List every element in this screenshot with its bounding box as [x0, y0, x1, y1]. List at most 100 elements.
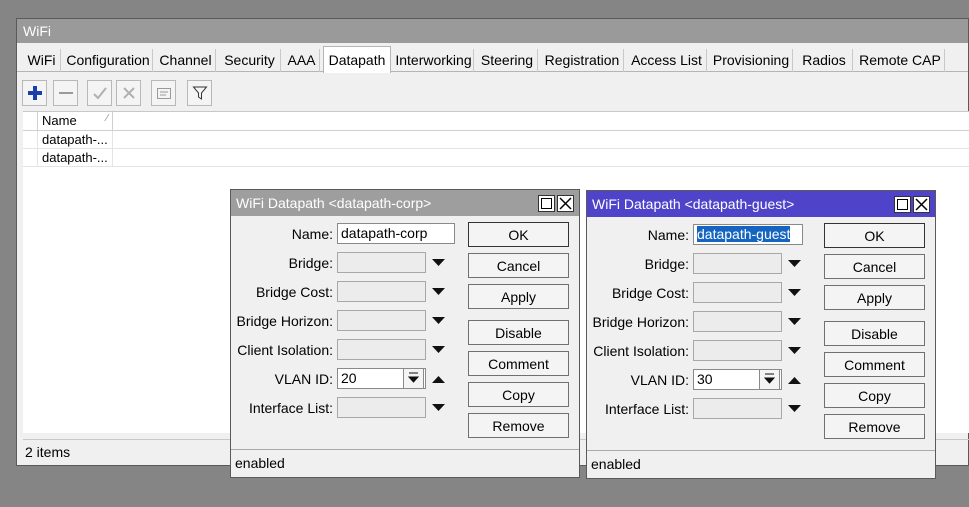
label-interface-list: Interface List:	[248, 400, 333, 416]
interface-list-select[interactable]	[693, 398, 782, 419]
tab-wifi[interactable]: WiFi	[23, 49, 61, 72]
tab-configuration[interactable]: Configuration	[64, 49, 153, 72]
tab-channel[interactable]: Channel	[156, 49, 216, 72]
bridge-cost-field[interactable]	[693, 282, 782, 303]
ok-button[interactable]: OK	[468, 222, 569, 247]
tab-provisioning[interactable]: Provisioning	[710, 49, 793, 72]
tab-access-list[interactable]: Access List	[627, 49, 707, 72]
filter-icon	[191, 86, 208, 100]
tab-remote-cap[interactable]: Remote CAP	[856, 49, 945, 72]
client-isolation-select[interactable]	[337, 339, 426, 360]
interface-list-dropdown-icon[interactable]	[432, 404, 445, 412]
comment-button[interactable]	[151, 80, 176, 106]
row-name: datapath-...	[37, 149, 113, 167]
bridge-horizon-field[interactable]	[337, 310, 426, 331]
label-name: Name:	[291, 226, 333, 242]
dialog-status: enabled	[231, 449, 579, 477]
bridge-cost-field[interactable]	[337, 281, 426, 302]
list-header: Name ⁄	[23, 112, 969, 131]
maximize-button[interactable]	[894, 196, 911, 213]
apply-button[interactable]: Apply	[468, 284, 569, 309]
disable-icon	[122, 87, 135, 99]
cancel-button[interactable]: Cancel	[468, 253, 569, 278]
add-button[interactable]	[22, 80, 47, 106]
ok-button[interactable]: OK	[824, 223, 925, 248]
tab-registration[interactable]: Registration	[541, 49, 624, 72]
interface-list-select[interactable]	[337, 397, 426, 418]
bridge-select[interactable]	[693, 253, 782, 274]
vlan-collapse-icon[interactable]	[432, 376, 445, 384]
cancel-button[interactable]: Cancel	[824, 254, 925, 279]
column-name[interactable]: Name ⁄	[37, 112, 113, 131]
tab-bar: WiFi Configuration Channel Security AAA …	[17, 46, 968, 73]
bridge-dropdown-icon[interactable]	[788, 260, 801, 268]
comment-icon	[156, 88, 171, 99]
bridge-cost-dropdown-icon[interactable]	[432, 288, 445, 296]
copy-button[interactable]: Copy	[824, 383, 925, 408]
datapath-dialog-corp: WiFi Datapath <datapath-corp> Name: data…	[230, 189, 580, 478]
name-selected-text: datapath-guest	[697, 226, 791, 242]
dialog-status: enabled	[587, 450, 935, 478]
tab-interworking[interactable]: Interworking	[394, 49, 474, 72]
close-icon	[559, 197, 572, 210]
enable-button[interactable]	[87, 80, 112, 106]
interface-list-dropdown-icon[interactable]	[788, 405, 801, 413]
disable-button[interactable]: Disable	[824, 321, 925, 346]
remove-button[interactable]: Remove	[468, 413, 569, 438]
maximize-icon	[897, 199, 908, 210]
copy-button[interactable]: Copy	[468, 382, 569, 407]
label-bridge-cost: Bridge Cost:	[611, 285, 689, 301]
dialog-title: WiFi Datapath <datapath-guest>	[587, 191, 935, 217]
label-interface-list: Interface List:	[604, 401, 689, 417]
tab-security[interactable]: Security	[219, 49, 281, 72]
vlan-collapse-icon[interactable]	[788, 377, 801, 385]
bridge-dropdown-icon[interactable]	[432, 259, 445, 267]
bridge-horizon-field[interactable]	[693, 311, 782, 332]
dialog-title: WiFi Datapath <datapath-corp>	[231, 190, 579, 216]
datapath-dialog-guest: WiFi Datapath <datapath-guest> Name: dat…	[586, 190, 936, 479]
tab-steering[interactable]: Steering	[477, 49, 538, 72]
client-isolation-dropdown-icon[interactable]	[432, 346, 445, 354]
label-bridge-cost: Bridge Cost:	[255, 284, 333, 300]
client-isolation-dropdown-icon[interactable]	[788, 347, 801, 355]
remove-icon	[58, 92, 73, 94]
disable-button[interactable]: Disable	[468, 320, 569, 345]
disable-button[interactable]	[116, 80, 141, 106]
bridge-select[interactable]	[337, 252, 426, 273]
vlan-down-button[interactable]	[403, 368, 424, 389]
close-button[interactable]	[913, 196, 930, 213]
remove-button[interactable]: Remove	[824, 414, 925, 439]
filter-button[interactable]	[187, 80, 212, 106]
maximize-icon	[541, 198, 552, 209]
item-count: 2 items	[25, 444, 71, 460]
comment-button[interactable]: Comment	[824, 352, 925, 377]
sort-icon: ⁄	[106, 113, 108, 124]
enable-icon	[92, 87, 107, 100]
bridge-horizon-dropdown-icon[interactable]	[788, 318, 801, 326]
label-bridge-horizon: Bridge Horizon:	[592, 314, 690, 330]
tab-aaa[interactable]: AAA	[284, 49, 320, 72]
name-field[interactable]: datapath-corp	[337, 223, 455, 244]
client-isolation-select[interactable]	[693, 340, 782, 361]
vlan-down-button[interactable]	[759, 369, 780, 390]
label-vlan-id: VLAN ID:	[630, 372, 689, 388]
add-icon	[27, 86, 42, 100]
label-bridge: Bridge:	[288, 255, 333, 271]
table-row[interactable]: datapath-...	[23, 131, 969, 149]
label-client-isolation: Client Isolation:	[237, 342, 333, 358]
apply-button[interactable]: Apply	[824, 285, 925, 310]
column-name-label: Name	[42, 113, 77, 128]
bridge-cost-dropdown-icon[interactable]	[788, 289, 801, 297]
maximize-button[interactable]	[538, 195, 555, 212]
arrow-down-icon	[407, 372, 420, 383]
tab-radios[interactable]: Radios	[796, 49, 853, 72]
close-button[interactable]	[557, 195, 574, 212]
name-field[interactable]: datapath-guest	[693, 224, 803, 245]
bridge-horizon-dropdown-icon[interactable]	[432, 317, 445, 325]
tab-datapath[interactable]: Datapath	[323, 46, 391, 73]
close-icon	[915, 198, 928, 211]
remove-button[interactable]	[53, 80, 78, 106]
table-row[interactable]: datapath-...	[23, 149, 969, 167]
comment-button[interactable]: Comment	[468, 351, 569, 376]
label-vlan-id: VLAN ID:	[274, 371, 333, 387]
